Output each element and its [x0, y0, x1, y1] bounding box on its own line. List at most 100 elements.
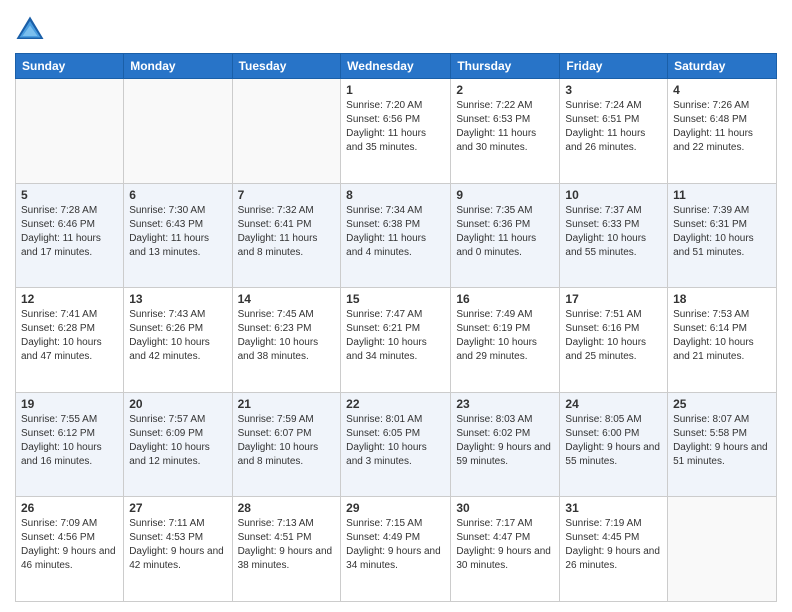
day-number: 4 [673, 83, 771, 97]
weekday-header-saturday: Saturday [668, 54, 777, 79]
day-number: 16 [456, 292, 554, 306]
day-cell: 30 Sunrise: 7:17 AMSunset: 4:47 PMDayligh… [451, 497, 560, 602]
day-info: Sunrise: 7:35 AMSunset: 6:36 PMDaylight:… [456, 204, 554, 260]
day-cell: 9 Sunrise: 7:35 AMSunset: 6:36 PMDaylight… [451, 183, 560, 288]
day-cell: 21Sunrise: 7:59 AMSunset: 6:07 PMDayligh… [232, 392, 341, 497]
weekday-header-wednesday: Wednesday [341, 54, 451, 79]
day-number: 19 [21, 397, 118, 411]
day-cell: 4 Sunrise: 7:26 AMSunset: 6:48 PMDaylight… [668, 79, 777, 184]
day-cell: 16 Sunrise: 7:49 AMSunset: 6:19 PMDayligh… [451, 288, 560, 393]
logo [15, 15, 47, 45]
day-number: 10 [565, 188, 662, 202]
day-cell: 6 Sunrise: 7:30 AMSunset: 6:43 PMDaylight… [124, 183, 232, 288]
day-cell: 28 Sunrise: 7:13 AMSunset: 4:51 PMDayligh… [232, 497, 341, 602]
day-info: Sunrise: 7:26 AMSunset: 6:48 PMDaylight:… [673, 99, 771, 155]
day-info: Sunrise: 7:28 AMSunset: 6:46 PMDaylight:… [21, 204, 118, 260]
day-cell: 26 Sunrise: 7:09 AMSunset: 4:56 PMDayligh… [16, 497, 124, 602]
day-cell: 18Sunrise: 7:53 AMSunset: 6:14 PMDayligh… [668, 288, 777, 393]
weekday-header-thursday: Thursday [451, 54, 560, 79]
day-number: 31 [565, 501, 662, 515]
day-number: 7 [238, 188, 336, 202]
day-cell: 13 Sunrise: 7:43 AMSunset: 6:26 PMDayligh… [124, 288, 232, 393]
day-cell: 24Sunrise: 8:05 AMSunset: 6:00 PMDayligh… [560, 392, 668, 497]
day-info: Sunrise: 8:01 AMSunset: 6:05 PMDaylight:… [346, 413, 445, 469]
day-cell: 1Sunrise: 7:20 AMSunset: 6:56 PMDaylight… [341, 79, 451, 184]
day-number: 8 [346, 188, 445, 202]
day-info: Sunrise: 8:03 AMSunset: 6:02 PMDaylight:… [456, 413, 554, 469]
day-info: Sunrise: 7:22 AMSunset: 6:53 PMDaylight:… [456, 99, 554, 155]
day-info: Sunrise: 7:37 AMSunset: 6:33 PMDaylight:… [565, 204, 662, 260]
day-info: Sunrise: 7:47 AMSunset: 6:21 PMDaylight:… [346, 308, 445, 364]
day-cell: 11Sunrise: 7:39 AMSunset: 6:31 PMDayligh… [668, 183, 777, 288]
day-cell [124, 79, 232, 184]
week-row-5: 26 Sunrise: 7:09 AMSunset: 4:56 PMDayligh… [16, 497, 777, 602]
day-number: 26 [21, 501, 118, 515]
day-cell: 5 Sunrise: 7:28 AMSunset: 6:46 PMDaylight… [16, 183, 124, 288]
day-number: 24 [565, 397, 662, 411]
day-cell: 23 Sunrise: 8:03 AMSunset: 6:02 PMDayligh… [451, 392, 560, 497]
day-cell: 19 Sunrise: 7:55 AMSunset: 6:12 PMDayligh… [16, 392, 124, 497]
day-info: Sunrise: 7:43 AMSunset: 6:26 PMDaylight:… [129, 308, 226, 364]
day-cell: 31 Sunrise: 7:19 AMSunset: 4:45 PMDayligh… [560, 497, 668, 602]
day-number: 12 [21, 292, 118, 306]
day-number: 5 [21, 188, 118, 202]
page: SundayMondayTuesdayWednesdayThursdayFrid… [0, 0, 792, 612]
day-info: Sunrise: 7:20 AMSunset: 6:56 PMDaylight:… [346, 99, 445, 155]
weekday-header-friday: Friday [560, 54, 668, 79]
day-number: 2 [456, 83, 554, 97]
day-number: 30 [456, 501, 554, 515]
weekday-header-monday: Monday [124, 54, 232, 79]
day-number: 14 [238, 292, 336, 306]
day-cell: 2 Sunrise: 7:22 AMSunset: 6:53 PMDaylight… [451, 79, 560, 184]
weekday-header-row: SundayMondayTuesdayWednesdayThursdayFrid… [16, 54, 777, 79]
day-number: 25 [673, 397, 771, 411]
day-number: 15 [346, 292, 445, 306]
day-number: 20 [129, 397, 226, 411]
day-info: Sunrise: 7:49 AMSunset: 6:19 PMDaylight:… [456, 308, 554, 364]
day-info: Sunrise: 7:51 AMSunset: 6:16 PMDaylight:… [565, 308, 662, 364]
day-cell: 20 Sunrise: 7:57 AMSunset: 6:09 PMDayligh… [124, 392, 232, 497]
logo-icon [15, 15, 45, 45]
day-number: 27 [129, 501, 226, 515]
day-number: 9 [456, 188, 554, 202]
day-cell: 22 Sunrise: 8:01 AMSunset: 6:05 PMDayligh… [341, 392, 451, 497]
day-cell [232, 79, 341, 184]
day-info: Sunrise: 7:55 AMSunset: 6:12 PMDaylight:… [21, 413, 118, 469]
weekday-header-sunday: Sunday [16, 54, 124, 79]
day-number: 28 [238, 501, 336, 515]
day-number: 21 [238, 397, 336, 411]
day-number: 22 [346, 397, 445, 411]
day-info: Sunrise: 7:15 AMSunset: 4:49 PMDaylight:… [346, 517, 445, 573]
day-number: 11 [673, 188, 771, 202]
weekday-header-tuesday: Tuesday [232, 54, 341, 79]
header [15, 10, 777, 45]
day-cell: 14 Sunrise: 7:45 AMSunset: 6:23 PMDayligh… [232, 288, 341, 393]
day-info: Sunrise: 7:11 AMSunset: 4:53 PMDaylight:… [129, 517, 226, 573]
day-number: 17 [565, 292, 662, 306]
day-number: 23 [456, 397, 554, 411]
day-number: 6 [129, 188, 226, 202]
day-info: Sunrise: 7:30 AMSunset: 6:43 PMDaylight:… [129, 204, 226, 260]
day-cell: 25Sunrise: 8:07 AMSunset: 5:58 PMDayligh… [668, 392, 777, 497]
day-number: 3 [565, 83, 662, 97]
day-info: Sunrise: 7:13 AMSunset: 4:51 PMDaylight:… [238, 517, 336, 573]
week-row-2: 5 Sunrise: 7:28 AMSunset: 6:46 PMDaylight… [16, 183, 777, 288]
day-info: Sunrise: 7:57 AMSunset: 6:09 PMDaylight:… [129, 413, 226, 469]
day-cell: 15 Sunrise: 7:47 AMSunset: 6:21 PMDayligh… [341, 288, 451, 393]
day-info: Sunrise: 7:24 AMSunset: 6:51 PMDaylight:… [565, 99, 662, 155]
day-info: Sunrise: 7:09 AMSunset: 4:56 PMDaylight:… [21, 517, 118, 573]
day-info: Sunrise: 7:19 AMSunset: 4:45 PMDaylight:… [565, 517, 662, 573]
day-cell: 10 Sunrise: 7:37 AMSunset: 6:33 PMDayligh… [560, 183, 668, 288]
day-info: Sunrise: 7:17 AMSunset: 4:47 PMDaylight:… [456, 517, 554, 573]
day-info: Sunrise: 7:45 AMSunset: 6:23 PMDaylight:… [238, 308, 336, 364]
day-number: 29 [346, 501, 445, 515]
day-number: 13 [129, 292, 226, 306]
day-info: Sunrise: 7:41 AMSunset: 6:28 PMDaylight:… [21, 308, 118, 364]
week-row-1: 1Sunrise: 7:20 AMSunset: 6:56 PMDaylight… [16, 79, 777, 184]
week-row-3: 12 Sunrise: 7:41 AMSunset: 6:28 PMDayligh… [16, 288, 777, 393]
day-info: Sunrise: 7:53 AMSunset: 6:14 PMDaylight:… [673, 308, 771, 364]
day-cell: 8 Sunrise: 7:34 AMSunset: 6:38 PMDaylight… [341, 183, 451, 288]
day-cell [16, 79, 124, 184]
day-info: Sunrise: 7:34 AMSunset: 6:38 PMDaylight:… [346, 204, 445, 260]
day-cell: 12 Sunrise: 7:41 AMSunset: 6:28 PMDayligh… [16, 288, 124, 393]
